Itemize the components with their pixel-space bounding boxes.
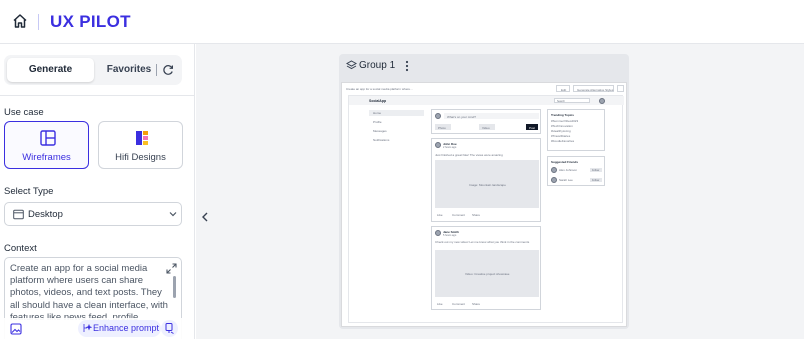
preview-post-label: Post bbox=[529, 125, 536, 130]
context-toolbar: Enhance prompt bbox=[4, 318, 182, 339]
refresh-button[interactable] bbox=[161, 63, 175, 77]
context-scrollbar[interactable] bbox=[173, 276, 176, 298]
type-select[interactable]: Desktop bbox=[4, 202, 182, 226]
brand-logo: UX PILOT bbox=[50, 12, 131, 31]
context-label: Context bbox=[4, 243, 37, 254]
preview-comment[interactable]: Comment bbox=[452, 302, 465, 306]
preview-generate-button[interactable]: Generate Alternative Styles bbox=[573, 85, 614, 92]
preview-friend-name: Sarah Lee bbox=[559, 178, 573, 182]
preview-video-label: Video bbox=[482, 125, 490, 130]
preview-suggested-card: Suggested Friends Alex Johnson Follow Sa… bbox=[547, 156, 605, 186]
preview-trending-item[interactable]: #TechInnovation bbox=[551, 124, 573, 128]
preview-more-button[interactable] bbox=[617, 85, 624, 92]
preview-prompt: Create an app for a social media platfor… bbox=[346, 87, 413, 91]
wireframe-preview[interactable]: Create an app for a social media platfor… bbox=[341, 82, 627, 327]
palette-icon bbox=[136, 131, 148, 145]
preview-trending-item[interactable]: #SummerVibes2023 bbox=[551, 119, 578, 123]
sparkle-icon bbox=[83, 323, 92, 332]
preview-follow-label: Follow bbox=[592, 178, 600, 182]
voice-icon bbox=[165, 323, 174, 334]
home-icon bbox=[13, 14, 27, 28]
preview-like[interactable]: Like bbox=[437, 302, 443, 306]
preview-trending-title: Trending Topics bbox=[551, 113, 574, 117]
preview-post-image-label: Image: Mountain landscape bbox=[469, 183, 506, 187]
preview-friend-avatar bbox=[551, 177, 557, 183]
preview-composer: What's on your mind? Photo Video Post bbox=[431, 109, 541, 134]
preview-comment[interactable]: Comment bbox=[452, 213, 465, 217]
layout-icon bbox=[40, 130, 56, 146]
preview-follow-label: Follow bbox=[592, 168, 600, 172]
preview-nav-messages[interactable]: Messages bbox=[373, 129, 387, 133]
use-case-wireframes[interactable]: Wireframes bbox=[4, 121, 89, 169]
tab-divider bbox=[156, 64, 157, 76]
preview-nav-profile[interactable]: Profile bbox=[373, 120, 382, 124]
image-upload-button[interactable] bbox=[10, 322, 22, 335]
preview-friend-name: Alex Johnson bbox=[559, 168, 578, 172]
monitor-icon bbox=[13, 209, 24, 220]
preview-nav-home[interactable]: Home bbox=[373, 111, 381, 115]
preview-friend-avatar bbox=[551, 167, 557, 173]
preview-app-title: SocialApp bbox=[369, 98, 387, 103]
group-frame[interactable]: Group 1 Create an app for a social media… bbox=[339, 54, 629, 329]
preview-share[interactable]: Share bbox=[472, 302, 480, 306]
preview-app-frame: SocialApp Search Home Profile Messages N… bbox=[348, 95, 624, 323]
tab-generate[interactable]: Generate bbox=[7, 58, 94, 82]
preview-trending-item[interactable]: #FoodieFavorites bbox=[551, 139, 574, 143]
preview-composer-placeholder: What's on your mind? bbox=[447, 114, 476, 119]
preview-post-time: 2 hours ago bbox=[443, 146, 457, 149]
context-text: Create an app for a social media platfor… bbox=[10, 263, 168, 323]
preview-edit-button[interactable]: Edit bbox=[556, 85, 570, 92]
image-icon bbox=[10, 323, 22, 335]
brand-divider bbox=[38, 14, 39, 30]
preview-post-time: 5 hours ago bbox=[443, 234, 457, 237]
enhance-prompt-label: Enhance prompt bbox=[93, 323, 160, 333]
select-type-label: Select Type bbox=[4, 186, 54, 197]
preview-trending-card: Trending Topics #SummerVibes2023 #TechIn… bbox=[547, 109, 605, 151]
expand-button[interactable] bbox=[165, 262, 178, 275]
preview-generate-label: Generate Alternative Styles bbox=[577, 87, 614, 92]
preview-post-avatar bbox=[435, 142, 441, 148]
use-case-wireframes-label: Wireframes bbox=[22, 152, 71, 163]
preview-post-avatar bbox=[435, 230, 441, 236]
preview-like[interactable]: Like bbox=[437, 213, 443, 217]
preview-search[interactable]: Search bbox=[554, 98, 590, 103]
preview-nav-notifications[interactable]: Notifications bbox=[373, 138, 389, 142]
home-button[interactable] bbox=[11, 12, 29, 30]
preview-edit-label: Edit bbox=[561, 87, 567, 92]
panel-divider bbox=[0, 95, 195, 96]
layers-icon bbox=[346, 60, 357, 70]
preview-post-text: Check out my new video! Let me know what… bbox=[435, 240, 530, 244]
collapse-panel-button[interactable] bbox=[199, 210, 211, 224]
preview-share[interactable]: Share bbox=[472, 213, 480, 217]
voice-input-button[interactable] bbox=[161, 320, 178, 337]
use-case-label: Use case bbox=[4, 107, 44, 118]
chevron-left-icon bbox=[202, 212, 208, 222]
preview-post: Jane Smith 5 hours ago Check out my new … bbox=[431, 226, 541, 310]
tab-favorites[interactable]: Favorites bbox=[102, 58, 156, 82]
use-case-hifi-label: Hifi Designs bbox=[115, 152, 166, 163]
refresh-icon bbox=[163, 65, 173, 75]
design-canvas[interactable]: Group 1 Create an app for a social media… bbox=[196, 44, 804, 339]
left-panel: Generate Favorites Use case Wireframes H… bbox=[0, 44, 195, 339]
preview-trending-item[interactable]: #HealthyLiving bbox=[551, 129, 571, 133]
group-title: Group 1 bbox=[359, 60, 396, 71]
preview-trending-item[interactable]: #TravelDiaries bbox=[551, 134, 570, 138]
type-select-value: Desktop bbox=[28, 209, 63, 220]
preview-photo-label: Photo bbox=[438, 125, 446, 130]
preview-post: John Doe 2 hours ago Just finished a gre… bbox=[431, 138, 541, 222]
chevron-down-icon bbox=[169, 212, 177, 217]
preview-search-placeholder: Search bbox=[557, 99, 565, 103]
preview-composer-avatar bbox=[435, 113, 441, 119]
kebab-icon bbox=[405, 60, 409, 72]
preview-post-text: Just finished a great hike! The views we… bbox=[435, 153, 503, 157]
preview-suggested-title: Suggested Friends bbox=[551, 160, 579, 164]
group-menu-button[interactable] bbox=[403, 59, 411, 72]
top-bar: UX PILOT bbox=[0, 0, 804, 44]
use-case-hifi-designs[interactable]: Hifi Designs bbox=[98, 121, 183, 169]
preview-post-image-label: Video: Creative project showcase bbox=[465, 272, 510, 276]
expand-icon bbox=[166, 263, 177, 274]
mode-tabs: Generate Favorites bbox=[4, 55, 182, 85]
preview-user-avatar bbox=[599, 97, 605, 104]
enhance-prompt-button[interactable]: Enhance prompt bbox=[78, 320, 161, 337]
